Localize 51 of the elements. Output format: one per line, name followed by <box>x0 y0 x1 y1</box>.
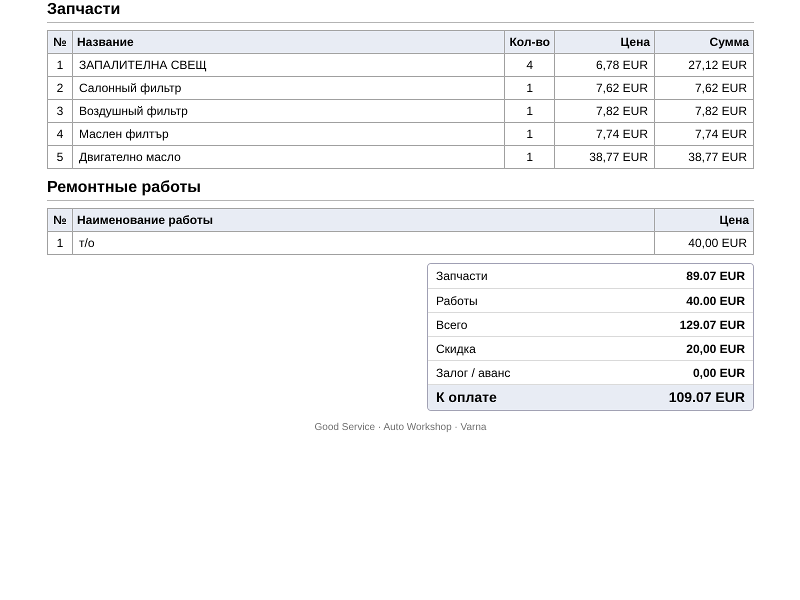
table-cell: Салонный фильтр <box>72 76 505 100</box>
table-cell: 1 <box>48 232 72 254</box>
summary-label: Скидка <box>436 340 476 358</box>
table-cell: 1 <box>504 76 554 100</box>
table-cell: 4 <box>48 122 72 146</box>
table-cell: Маслен филтър <box>72 122 505 146</box>
column-header: Кол-во <box>504 30 554 54</box>
table-cell: 7,82 EUR <box>554 100 654 122</box>
summary-value: 20,00 EUR <box>686 340 745 358</box>
column-header: Название <box>72 30 505 54</box>
summary-label: Всего <box>436 316 468 334</box>
table-cell: 1 <box>48 54 72 76</box>
table-cell: 7,74 EUR <box>654 122 754 146</box>
table-cell: 7,74 EUR <box>554 122 654 146</box>
section-heading: Запчасти <box>47 0 754 23</box>
table-cell: 38,77 EUR <box>654 146 754 168</box>
summary-value: 0,00 EUR <box>692 364 745 382</box>
summary-value: 40.00 EUR <box>686 292 745 310</box>
table-cell: 1 <box>504 146 554 168</box>
summary-label: Залог / аванс <box>436 364 510 382</box>
summary-label: Запчасти <box>436 268 488 285</box>
table-cell: ЗАПАЛИТЕЛНА СВЕЩ <box>72 54 505 76</box>
footer-text: Good Service · Auto Workshop · Varna <box>314 421 486 435</box>
table-cell: 1 <box>504 122 554 146</box>
summary-value: 129.07 EUR <box>680 316 745 334</box>
column-header: Сумма <box>654 30 754 54</box>
table-cell: 27,12 EUR <box>654 54 754 76</box>
column-header: № <box>48 208 72 232</box>
summary-value: 109.07 EUR <box>668 388 745 407</box>
table-cell: 4 <box>504 54 554 76</box>
table-cell: 7,82 EUR <box>654 100 754 122</box>
summary-value: 89.07 EUR <box>686 268 745 285</box>
table-cell: 7,62 EUR <box>654 76 754 100</box>
column-header: Цена <box>654 208 754 232</box>
table-cell: 3 <box>48 100 72 122</box>
summary-label: Работы <box>436 292 478 310</box>
table-cell: 38,77 EUR <box>554 146 654 168</box>
summary-label: К оплате <box>436 388 497 407</box>
table-cell: Двигателно масло <box>72 146 505 168</box>
table-cell: 1 <box>504 100 554 122</box>
table-cell: 2 <box>48 76 72 100</box>
table-cell: 7,62 EUR <box>554 76 654 100</box>
column-header: № <box>48 30 72 54</box>
table-cell: 5 <box>48 146 72 168</box>
table-cell: 40,00 EUR <box>654 232 754 254</box>
table-cell: 6,78 EUR <box>554 54 654 76</box>
table-cell: Воздушный фильтр <box>72 100 505 122</box>
column-header: Цена <box>554 30 654 54</box>
table-cell: т/о <box>72 232 654 254</box>
column-header: Наименование работы <box>72 208 654 232</box>
section-heading: Ремонтные работы <box>47 178 754 201</box>
